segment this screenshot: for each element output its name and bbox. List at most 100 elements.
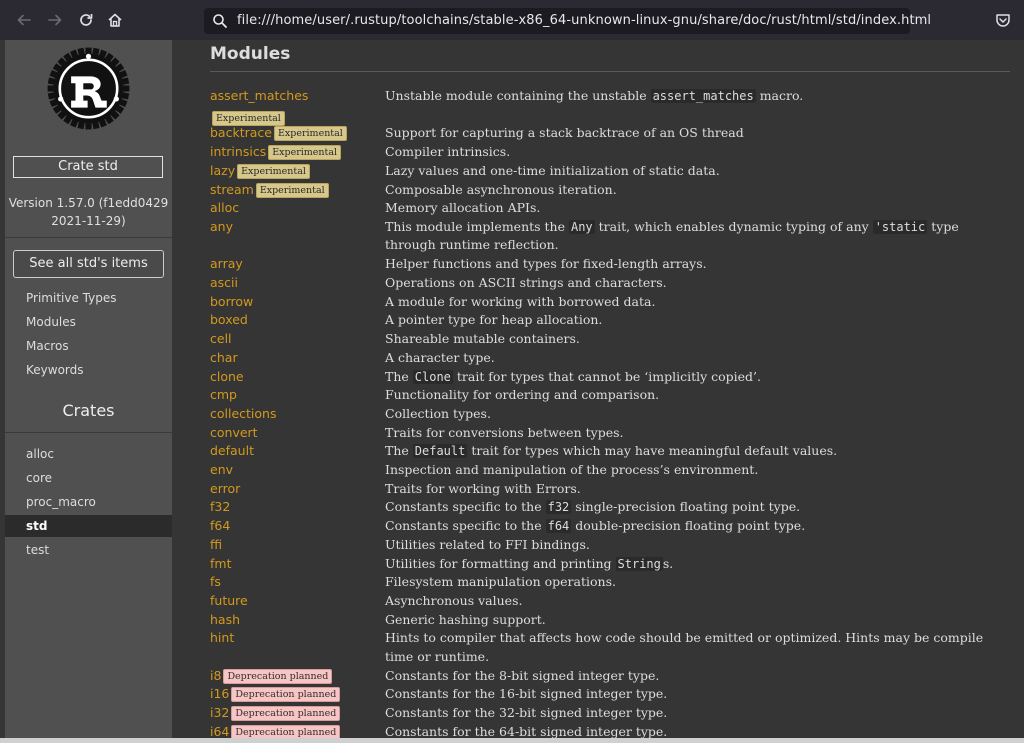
- module-name[interactable]: alloc: [210, 200, 239, 215]
- module-link-f64[interactable]: f64: [210, 517, 230, 535]
- module-link-convert[interactable]: convert: [210, 424, 258, 442]
- description-text: Constants for the 8-bit signed integer t…: [385, 667, 660, 683]
- module-name[interactable]: cell: [210, 331, 232, 346]
- module-name[interactable]: ffi: [210, 537, 222, 552]
- module-link-i16[interactable]: i16 Deprecation planned: [210, 685, 341, 703]
- module-name[interactable]: ascii: [210, 275, 238, 290]
- module-link-boxed[interactable]: boxed: [210, 311, 248, 329]
- module-name[interactable]: i16: [210, 686, 229, 701]
- module-name[interactable]: lazy: [210, 163, 235, 178]
- module-link-alloc[interactable]: alloc: [210, 199, 239, 217]
- crate-item-std[interactable]: std: [5, 515, 172, 537]
- module-link-fs[interactable]: fs: [210, 573, 221, 591]
- inline-code: assert_matches: [650, 89, 756, 103]
- module-name[interactable]: any: [210, 219, 233, 234]
- module-name[interactable]: i32: [210, 705, 229, 720]
- module-link-env[interactable]: env: [210, 461, 233, 479]
- module-name[interactable]: boxed: [210, 312, 248, 327]
- module-link-assert-matches[interactable]: assert_matches: [210, 87, 308, 105]
- module-link-cmp[interactable]: cmp: [210, 386, 237, 404]
- module-description: The Clone trait for types that cannot be…: [385, 368, 1000, 387]
- module-name[interactable]: error: [210, 481, 240, 496]
- module-name[interactable]: clone: [210, 369, 244, 384]
- forward-button[interactable]: [45, 10, 65, 30]
- rust-logo-icon[interactable]: [45, 45, 132, 132]
- experimental-badge: Experimental: [273, 126, 347, 142]
- module-name[interactable]: cmp: [210, 387, 237, 402]
- module-link-default[interactable]: default: [210, 442, 254, 460]
- inline-code: f32: [545, 500, 572, 515]
- module-name[interactable]: i64: [210, 724, 229, 739]
- module-link-i32[interactable]: i32 Deprecation planned: [210, 704, 341, 722]
- module-name[interactable]: stream: [210, 182, 254, 197]
- module-link-hash[interactable]: hash: [210, 611, 240, 629]
- module-name[interactable]: f64: [210, 518, 230, 533]
- module-link-i8[interactable]: i8 Deprecation planned: [210, 667, 333, 685]
- search-icon: [213, 14, 227, 28]
- module-link-hint[interactable]: hint: [210, 629, 234, 647]
- module-description: A character type.: [385, 349, 1000, 368]
- module-name[interactable]: borrow: [210, 294, 253, 309]
- crate-name-box[interactable]: Crate std: [13, 156, 163, 178]
- url-text[interactable]: file:///home/user/.rustup/toolchains/sta…: [237, 13, 931, 29]
- description-text: Compiler intrinsics.: [385, 144, 511, 160]
- module-link-any[interactable]: any: [210, 218, 233, 236]
- module-name[interactable]: hash: [210, 612, 240, 627]
- module-link-clone[interactable]: clone: [210, 368, 244, 386]
- description-text: s.: [662, 555, 674, 571]
- module-link-future[interactable]: future: [210, 592, 248, 610]
- module-name[interactable]: backtrace: [210, 125, 272, 140]
- module-link-intrinsics[interactable]: intrinsics Experimental: [210, 143, 342, 161]
- module-name[interactable]: f32: [210, 499, 230, 514]
- module-link-fmt[interactable]: fmt: [210, 555, 231, 573]
- module-link-stream[interactable]: stream Experimental: [210, 181, 329, 199]
- module-link-backtrace[interactable]: backtrace Experimental: [210, 124, 347, 142]
- module-description: Constants specific to the f32 single-pre…: [385, 498, 1000, 517]
- module-name[interactable]: default: [210, 443, 254, 458]
- module-name[interactable]: char: [210, 350, 238, 365]
- crate-item-test[interactable]: test: [5, 539, 172, 561]
- sidebar-link-macros[interactable]: Macros: [26, 338, 69, 354]
- module-description: Traits for conversions between types.: [385, 424, 1000, 443]
- see-all-items-button[interactable]: See all std's items: [13, 250, 164, 278]
- module-link-lazy[interactable]: lazy Experimental: [210, 162, 310, 180]
- crate-item-core[interactable]: core: [5, 467, 172, 489]
- url-bar[interactable]: file:///home/user/.rustup/toolchains/sta…: [204, 8, 931, 34]
- home-button[interactable]: [105, 10, 125, 30]
- crate-item-proc-macro[interactable]: proc_macro: [5, 491, 172, 513]
- back-button[interactable]: [14, 10, 34, 30]
- module-link-array[interactable]: array: [210, 255, 243, 273]
- module-name[interactable]: array: [210, 256, 243, 271]
- sidebar-link-modules[interactable]: Modules: [26, 314, 76, 330]
- inline-code: 'static: [872, 219, 928, 234]
- module-link-borrow[interactable]: borrow: [210, 293, 253, 311]
- module-name[interactable]: convert: [210, 425, 258, 440]
- module-name[interactable]: assert_matches: [210, 88, 308, 103]
- module-name[interactable]: collections: [210, 406, 277, 421]
- module-name[interactable]: future: [210, 593, 248, 608]
- description-text: Utilities for formatting and printing: [385, 555, 616, 571]
- module-name[interactable]: fmt: [210, 556, 231, 571]
- module-link-cell[interactable]: cell: [210, 330, 232, 348]
- module-description: Compiler intrinsics.: [385, 143, 1000, 162]
- reload-button[interactable]: [76, 10, 96, 30]
- sidebar-link-primitive-types[interactable]: Primitive Types: [26, 290, 116, 306]
- module-description: Constants specific to the f64 double-pre…: [385, 517, 1000, 536]
- module-name[interactable]: env: [210, 462, 233, 477]
- module-description: Filesystem manipulation operations.: [385, 573, 1000, 592]
- module-link-ascii[interactable]: ascii: [210, 274, 238, 292]
- module-name[interactable]: intrinsics: [210, 144, 266, 159]
- module-name[interactable]: i8: [210, 668, 221, 683]
- description-text: Generic hashing support.: [385, 611, 546, 627]
- module-link-ffi[interactable]: ffi: [210, 536, 222, 554]
- sidebar-link-keywords[interactable]: Keywords: [26, 362, 84, 378]
- module-name[interactable]: hint: [210, 630, 234, 645]
- crate-item-alloc[interactable]: alloc: [5, 443, 172, 465]
- pocket-icon[interactable]: [995, 12, 1011, 28]
- module-link-error[interactable]: error: [210, 480, 240, 498]
- module-name[interactable]: fs: [210, 574, 221, 589]
- module-link-collections[interactable]: collections: [210, 405, 277, 423]
- module-link-f32[interactable]: f32: [210, 498, 230, 516]
- module-link-char[interactable]: char: [210, 349, 238, 367]
- inline-code: Clone: [412, 369, 453, 384]
